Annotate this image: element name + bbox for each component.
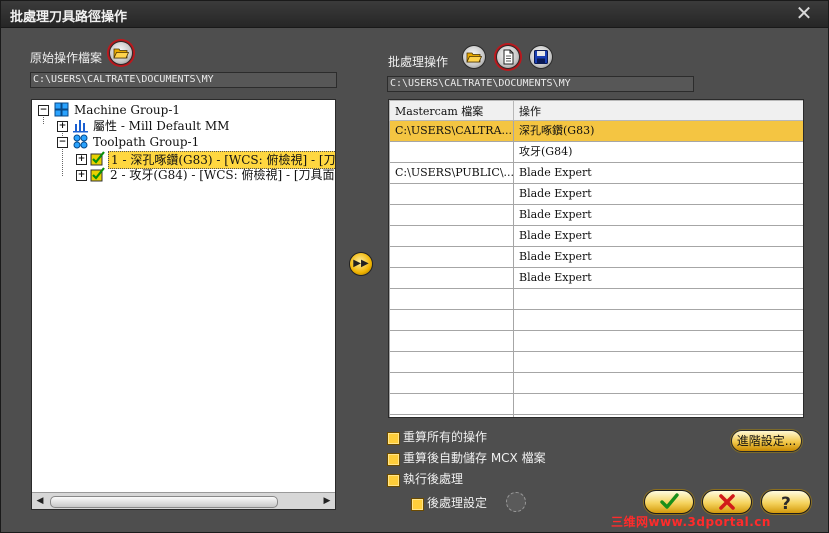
save-batch-file-button[interactable] bbox=[530, 46, 552, 68]
cell-operation: Blade Expert bbox=[513, 162, 803, 184]
source-path-field[interactable]: C:\USERS\CALTRATE\DOCUMENTS\MY bbox=[30, 72, 337, 88]
table-row[interactable]: Blade Expert bbox=[389, 225, 803, 247]
batch-toolpath-dialog: 批處理刀具路徑操作 ✕ 原始操作檔案 C:\USERS\CALTRATE\DOC… bbox=[0, 0, 829, 533]
watermark: 三维网www.3dportal.cn bbox=[611, 515, 771, 529]
table-row[interactable]: C:\USERS\CALTRA... 深孔啄鑽(G83) bbox=[389, 120, 803, 142]
tree-horizontal-scrollbar[interactable]: ◀ ▶ bbox=[32, 492, 335, 509]
close-button[interactable]: ✕ bbox=[794, 3, 814, 23]
cell-file: C:\USERS\PUBLIC\... bbox=[389, 162, 514, 184]
table-row[interactable]: Blade Expert bbox=[389, 183, 803, 205]
cell-file bbox=[389, 204, 514, 226]
advanced-settings-button[interactable]: 進階設定... bbox=[731, 430, 802, 452]
window-title: 批處理刀具路徑操作 bbox=[10, 10, 128, 25]
empty-row bbox=[389, 414, 803, 417]
save-disk-icon bbox=[534, 50, 548, 64]
empty-row bbox=[389, 393, 803, 415]
table-row[interactable]: 攻牙(G84) bbox=[389, 141, 803, 163]
table-row[interactable]: C:\USERS\PUBLIC\... Blade Expert bbox=[389, 162, 803, 184]
cell-file bbox=[389, 141, 514, 163]
cell-operation: Blade Expert bbox=[513, 246, 803, 268]
title-bar: 批處理刀具路徑操作 ✕ bbox=[1, 1, 828, 28]
cell-file bbox=[389, 246, 514, 268]
run-post-checkbox[interactable] bbox=[387, 474, 400, 487]
new-document-icon bbox=[503, 49, 514, 65]
expand-icon[interactable]: + bbox=[57, 121, 68, 132]
cell-operation: Blade Expert bbox=[513, 183, 803, 205]
fast-forward-icon: ▶▶ bbox=[353, 258, 369, 269]
tree-label: Machine Group-1 bbox=[74, 103, 181, 117]
tree-label: Toolpath Group-1 bbox=[93, 135, 200, 149]
post-settings-button[interactable] bbox=[506, 492, 526, 512]
recalc-all-checkbox[interactable] bbox=[387, 432, 400, 445]
expand-icon[interactable]: + bbox=[76, 170, 87, 181]
open-source-file-button[interactable] bbox=[110, 42, 132, 64]
cell-operation: 攻牙(G84) bbox=[513, 141, 803, 163]
scrollbar-thumb[interactable] bbox=[50, 496, 278, 508]
cell-file bbox=[389, 225, 514, 247]
batch-path-field[interactable]: C:\USERS\CALTRATE\DOCUMENTS\MY bbox=[387, 76, 694, 92]
properties-icon bbox=[73, 120, 88, 133]
cell-operation: Blade Expert bbox=[513, 225, 803, 247]
run-post-label: 執行後處理 bbox=[403, 472, 464, 486]
operation-checked-icon bbox=[90, 151, 105, 166]
svg-text:?: ? bbox=[781, 494, 791, 512]
empty-row bbox=[389, 372, 803, 394]
post-settings-checkbox[interactable] bbox=[411, 498, 424, 511]
new-batch-file-button[interactable] bbox=[497, 46, 519, 68]
open-folder-icon bbox=[113, 48, 129, 59]
empty-row bbox=[389, 351, 803, 373]
table-row[interactable]: Blade Expert bbox=[389, 246, 803, 268]
batch-operations-grid[interactable]: Mastercam 檔案 操作 C:\USERS\CALTRA... 深孔啄鑽(… bbox=[388, 99, 804, 418]
cell-operation: Blade Expert bbox=[513, 204, 803, 226]
empty-row bbox=[389, 309, 803, 331]
source-operations-tree[interactable]: − Machine Group-1 + 屬性 - Mill Default MM… bbox=[31, 99, 336, 510]
open-batch-file-button[interactable] bbox=[463, 46, 485, 68]
tree-label: 2 - 攻牙(G84) - [WCS: 俯檢視] - [刀具面: 俯 bbox=[110, 168, 336, 182]
scroll-left-icon[interactable]: ◀ bbox=[33, 494, 47, 508]
collapse-icon[interactable]: − bbox=[38, 105, 49, 116]
checkmark-icon bbox=[660, 493, 679, 509]
recalc-all-label: 重算所有的操作 bbox=[403, 430, 488, 444]
cell-operation: Blade Expert bbox=[513, 267, 803, 289]
autosave-mcx-label: 重算後自動儲存 MCX 檔案 bbox=[403, 451, 546, 465]
toolpath-group-icon bbox=[73, 134, 88, 149]
add-to-batch-button[interactable]: ▶▶ bbox=[350, 253, 372, 275]
autosave-mcx-checkbox[interactable] bbox=[387, 453, 400, 466]
cell-file bbox=[389, 267, 514, 289]
machine-group-icon bbox=[54, 102, 69, 117]
ok-button[interactable] bbox=[644, 490, 694, 514]
column-header-mastercam-file[interactable]: Mastercam 檔案 bbox=[389, 100, 514, 121]
cell-operation: 深孔啄鑽(G83) bbox=[513, 120, 803, 142]
collapse-icon[interactable]: − bbox=[57, 137, 68, 148]
open-folder-icon bbox=[466, 52, 482, 63]
cell-file bbox=[389, 183, 514, 205]
cancel-button[interactable] bbox=[702, 490, 752, 514]
cancel-x-icon bbox=[719, 494, 735, 510]
question-mark-icon: ? bbox=[781, 494, 791, 512]
table-row[interactable]: Blade Expert bbox=[389, 204, 803, 226]
source-files-label: 原始操作檔案 bbox=[30, 51, 103, 65]
empty-row bbox=[389, 288, 803, 310]
batch-operations-label: 批處理操作 bbox=[388, 55, 449, 69]
expand-icon[interactable]: + bbox=[76, 154, 87, 165]
tree-label: 屬性 - Mill Default MM bbox=[93, 119, 230, 133]
help-button[interactable]: ? bbox=[761, 490, 811, 514]
operation-checked-icon bbox=[90, 167, 105, 182]
post-settings-label: 後處理設定 bbox=[427, 496, 488, 510]
scroll-right-icon[interactable]: ▶ bbox=[320, 494, 334, 508]
table-row[interactable]: Blade Expert bbox=[389, 267, 803, 289]
empty-row bbox=[389, 330, 803, 352]
cell-file: C:\USERS\CALTRA... bbox=[389, 120, 514, 142]
column-header-operation[interactable]: 操作 bbox=[513, 100, 803, 121]
